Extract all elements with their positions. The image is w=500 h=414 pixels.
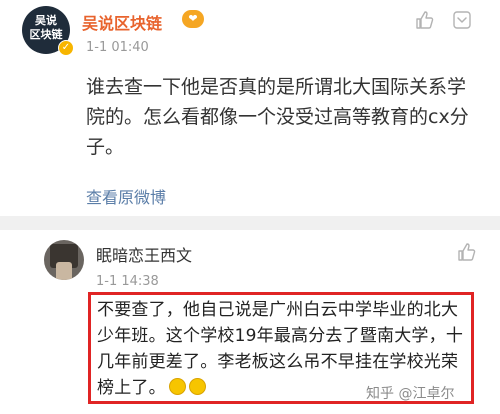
smile-emoji-icon [188, 378, 206, 395]
watermark: 知乎 @江卓尔 [366, 386, 455, 402]
comment-avatar[interactable] [44, 240, 84, 280]
section-divider [0, 216, 500, 230]
verified-icon: ✓ [58, 40, 74, 56]
post-username[interactable]: 吴说区块链 [82, 10, 162, 34]
comment-username[interactable]: 眠暗恋王西文 [96, 242, 192, 266]
vip-icon: ❤ [182, 10, 204, 28]
post-time: 1-1 01:40 [86, 40, 149, 55]
more-icon[interactable] [452, 10, 472, 30]
post-text: 谁去查一下他是否真的是所谓北大国际关系学院的。怎么看都像一个没受过高等教育的cx… [86, 76, 469, 158]
comment-like-icon[interactable] [456, 242, 476, 262]
like-icon[interactable] [414, 10, 434, 30]
smile-emoji-icon [168, 378, 186, 395]
avatar-text-line1: 吴说 [35, 14, 57, 27]
original-post: 吴说 区块链 ✓ 吴说区块链 ❤ 1-1 01:40 谁去查一下他是否真的是所谓… [0, 0, 500, 216]
view-original-link[interactable]: 查看原微博 [86, 184, 166, 208]
comment-time: 1-1 14:38 [96, 274, 159, 289]
